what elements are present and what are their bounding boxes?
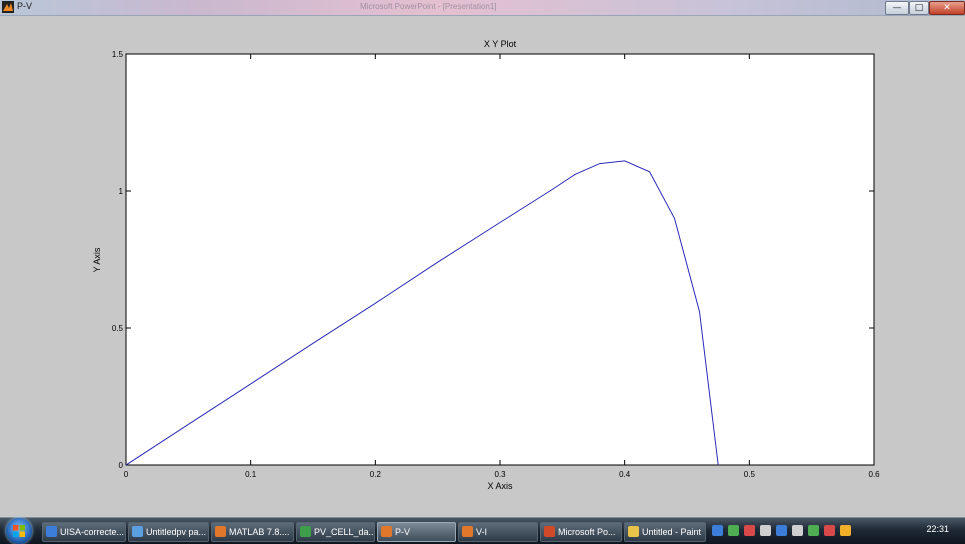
volume-icon[interactable]: [728, 525, 739, 536]
xy-plot: 0 0.1 0.2 0.3 0.4 0.5 0.6 0 0.5 1 1.5 X Y Plot X A…: [92, 39, 880, 491]
printer-icon[interactable]: [824, 525, 835, 536]
clock[interactable]: 22:31: [926, 524, 949, 534]
taskbar-item[interactable]: MATLAB 7.8....: [211, 522, 294, 542]
bluetooth-icon[interactable]: [744, 525, 755, 536]
taskbar-item[interactable]: Untitled - Paint: [624, 522, 706, 542]
x-tick-label: 0.1: [245, 470, 257, 479]
taskbar-item[interactable]: V-I: [458, 522, 538, 542]
app-icon: [46, 526, 57, 537]
taskbar-item[interactable]: Microsoft Po...: [540, 522, 622, 542]
plot-area: [125, 53, 875, 466]
x-tick-label: 0.4: [619, 470, 631, 479]
app-icon: [132, 526, 143, 537]
x-tick-label: 0: [124, 470, 129, 479]
taskbar-item[interactable]: P-V: [377, 522, 456, 542]
y-tick-label: 1: [119, 187, 124, 196]
taskbar-item-label: Untitled - Paint: [642, 527, 702, 537]
shield-icon[interactable]: [776, 525, 787, 536]
y-tick-label: 1.5: [112, 50, 124, 59]
x-tick-label: 0.3: [494, 470, 506, 479]
update-icon[interactable]: [808, 525, 819, 536]
start-button[interactable]: [6, 518, 32, 544]
taskbar-item-label: MATLAB 7.8....: [229, 527, 290, 537]
x-axis-label: X Axis: [487, 481, 513, 491]
taskbar-item[interactable]: Untitledpv pa...: [128, 522, 209, 542]
taskbar-item-label: PV_CELL_da...: [314, 527, 375, 537]
battery-icon[interactable]: [760, 525, 771, 536]
taskbar-item-label: V-I: [476, 527, 488, 537]
chart-title: X Y Plot: [484, 39, 517, 49]
sun-icon[interactable]: [840, 525, 851, 536]
taskbar-item-label: Microsoft Po...: [558, 527, 616, 537]
taskbar-item[interactable]: PV_CELL_da...: [296, 522, 375, 542]
x-tick-label: 0.5: [744, 470, 756, 479]
app-icon: [462, 526, 473, 537]
taskbar-item-label: UISA-correcte...: [60, 527, 125, 537]
taskbar-item-label: P-V: [395, 527, 411, 537]
app-icon: [215, 526, 226, 537]
taskbar-item[interactable]: UISA-correcte...: [42, 522, 126, 542]
network-icon[interactable]: [712, 525, 723, 536]
app-icon: [544, 526, 555, 537]
y-tick-label: 0.5: [112, 324, 124, 333]
windows-flag-icon: [13, 525, 25, 537]
x-tick-label: 0.6: [868, 470, 880, 479]
x-tick-label: 0.2: [370, 470, 382, 479]
y-axis-label: Y Axis: [92, 247, 102, 272]
app-icon: [628, 526, 639, 537]
app-icon: [381, 526, 392, 537]
y-tick-label: 0: [119, 461, 124, 470]
flag-icon[interactable]: [792, 525, 803, 536]
taskbar-item-label: Untitledpv pa...: [146, 527, 207, 537]
app-icon: [300, 526, 311, 537]
taskbar: UISA-correcte... Untitledpv pa... MATLAB 7…: [0, 517, 965, 544]
